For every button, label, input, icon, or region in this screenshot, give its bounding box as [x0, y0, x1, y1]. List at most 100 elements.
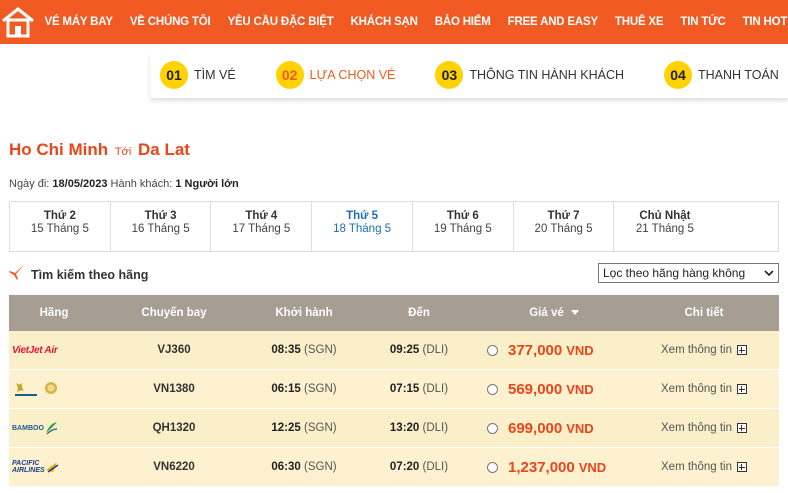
depart-time: 06:15: [271, 383, 301, 395]
depart-time: 08:35: [271, 344, 301, 356]
nav-item-hot-news[interactable]: TIN HOT: [734, 16, 788, 28]
fare-currency: VND: [566, 381, 594, 397]
step-select-ticket[interactable]: 02 LỰA CHỌN VÉ: [275, 61, 396, 89]
arrive-airport: (DLI): [422, 422, 449, 434]
plus-icon: [736, 345, 747, 355]
view-details-label: Xem thông tin: [661, 422, 732, 434]
date-tab[interactable]: Thứ 3 16 Tháng 5: [111, 202, 212, 251]
passenger-label: Hành khách:: [110, 178, 173, 190]
view-details-label: Xem thông tin: [661, 344, 732, 356]
plus-icon: [736, 462, 747, 472]
nav-item-special-requests[interactable]: YÊU CẦU ĐẶC BIỆT: [219, 16, 342, 28]
step-number: 01: [160, 61, 188, 89]
view-details-link[interactable]: Xem thông tin: [629, 422, 779, 434]
airline-logo: VietJet Air: [9, 340, 99, 360]
date-tab-date: 21 Tháng 5: [635, 223, 694, 235]
chevron-down-icon: [764, 266, 774, 280]
flight-number: QH1320: [152, 422, 196, 434]
depart-time: 12:25: [271, 422, 301, 434]
vietnam-airlines-logo: [12, 379, 99, 399]
flight-number: VN6220: [153, 461, 195, 473]
date-tab-date: 17 Tháng 5: [232, 223, 291, 235]
route-title: Ho Chi Minh Tới Da Lat: [9, 140, 190, 160]
view-details-link[interactable]: Xem thông tin: [629, 344, 779, 356]
arrive-time: 07:15: [389, 383, 420, 395]
route-to-word: Tới: [114, 146, 132, 158]
arrive-cell: 09:25 (DLI): [359, 344, 479, 356]
date-tab[interactable]: Chủ Nhật 21 Tháng 5: [614, 202, 778, 251]
home-icon[interactable]: [0, 0, 36, 44]
date-selector: Thứ 2 15 Tháng 5 Thứ 3 16 Tháng 5 Thứ 4 …: [9, 201, 779, 252]
nav-item-flights[interactable]: VÉ MÁY BAY: [36, 16, 121, 28]
date-tab-weekday: Thứ 7: [547, 210, 580, 222]
step-number: 03: [435, 61, 464, 89]
table-row: BAMBOO QH1320 12:25 (SGN) 13:20 (DLI) 69…: [9, 409, 779, 448]
step-search[interactable]: 01 TÌM VÉ: [160, 61, 236, 89]
fare-radio[interactable]: [487, 383, 498, 395]
table-row: VN1380 06:15 (SGN) 07:15 (DLI) 569,000 V…: [9, 370, 779, 409]
bamboo-logo: BAMBOO: [12, 424, 44, 432]
bamboo-leaf-icon: [45, 422, 57, 435]
step-number: 02: [275, 61, 304, 89]
top-nav: VÉ MÁY BAY VỀ CHÚNG TÔI YÊU CẦU ĐẶC BIỆT…: [0, 0, 788, 44]
sort-down-icon: [570, 310, 579, 316]
header-price-label: Giá vé: [529, 307, 564, 319]
date-tab[interactable]: Thứ 2 15 Tháng 5: [10, 202, 111, 251]
nav-item-insurance[interactable]: BẢO HIỂM: [426, 16, 499, 28]
step-label: THANH TOÁN: [698, 68, 779, 82]
nav-item-hotels[interactable]: KHÁCH SẠN: [342, 16, 426, 28]
date-tab-weekday: Thứ 2: [43, 210, 76, 222]
fare-price: 1,237,000: [508, 458, 575, 476]
step-label: TÌM VÉ: [194, 68, 236, 82]
view-details-link[interactable]: Xem thông tin: [629, 383, 779, 395]
arrive-airport: (DLI): [422, 383, 449, 395]
fare-currency: VND: [578, 459, 607, 475]
departure-date: 18/05/2023: [52, 178, 108, 190]
arrive-airport: (DLI): [422, 461, 449, 473]
arrive-time: 09:25: [389, 344, 420, 356]
airline-filter-value: Lọc theo hãng hàng không: [603, 266, 746, 280]
depart-time: 06:30: [271, 461, 301, 473]
pacific-logo-line2: AIRLINES: [12, 467, 45, 474]
flight-number: VJ360: [157, 344, 191, 356]
fare-currency: VND: [566, 420, 594, 436]
date-tab-weekday: Thứ 6: [446, 210, 479, 222]
airline-logo: BAMBOO: [9, 418, 99, 438]
airline-search-label: Tìm kiếm theo hãng: [31, 267, 149, 282]
nav-item-news[interactable]: TIN TỨC: [672, 16, 734, 28]
header-arrive: Đến: [408, 307, 430, 319]
date-tab[interactable]: Thứ 7 20 Tháng 5: [514, 202, 615, 251]
header-depart: Khởi hành: [275, 307, 333, 319]
depart-cell: 08:35 (SGN): [249, 344, 359, 356]
fare-radio[interactable]: [487, 422, 498, 434]
arrive-time: 07:20: [389, 461, 420, 473]
depart-airport: (SGN): [304, 422, 337, 434]
header-detail: Chi tiết: [684, 307, 724, 319]
nav-item-car-rental[interactable]: THUÊ XE: [606, 16, 671, 28]
route-destination: Da Lat: [138, 140, 190, 159]
fare-radio[interactable]: [487, 461, 498, 473]
fare-radio[interactable]: [487, 344, 498, 356]
fare-currency: VND: [566, 342, 594, 358]
depart-cell: 06:15 (SGN): [249, 383, 359, 395]
price-cell: 377,000 VND: [479, 342, 629, 359]
arrive-cell: 07:15 (DLI): [359, 383, 479, 395]
step-passenger-info[interactable]: 03 THÔNG TIN HÀNH KHÁCH: [435, 61, 624, 89]
date-tab-weekday: Chủ Nhật: [639, 210, 691, 222]
header-price[interactable]: Giá vé: [479, 307, 629, 319]
date-tab[interactable]: Thứ 4 17 Tháng 5: [211, 202, 313, 251]
table-row: PACIFIC AIRLINES VN6220 06:30 (SGN) 07:2…: [9, 448, 779, 487]
airline-filter-select[interactable]: Lọc theo hãng hàng không: [598, 263, 779, 283]
date-tab[interactable]: Thứ 6 19 Tháng 5: [413, 202, 514, 251]
step-label: LỰA CHỌN VÉ: [309, 68, 396, 82]
date-tab-weekday: Thứ 3: [144, 210, 177, 222]
route-origin: Ho Chi Minh: [9, 140, 109, 159]
view-details-link[interactable]: Xem thông tin: [629, 461, 779, 473]
date-tab-selected[interactable]: Thứ 5 18 Tháng 5: [312, 202, 413, 251]
nav-item-about[interactable]: VỀ CHÚNG TÔI: [121, 16, 219, 28]
nav-item-free-and-easy[interactable]: FREE AND EASY: [499, 16, 606, 28]
depart-cell: 06:30 (SGN): [249, 461, 359, 473]
pacific-logo-line1: PACIFIC: [12, 460, 40, 467]
table-header: Hãng Chuyến bay Khởi hành Đến Giá vé Chi…: [9, 295, 779, 331]
step-payment[interactable]: 04 THANH TOÁN: [664, 61, 779, 89]
